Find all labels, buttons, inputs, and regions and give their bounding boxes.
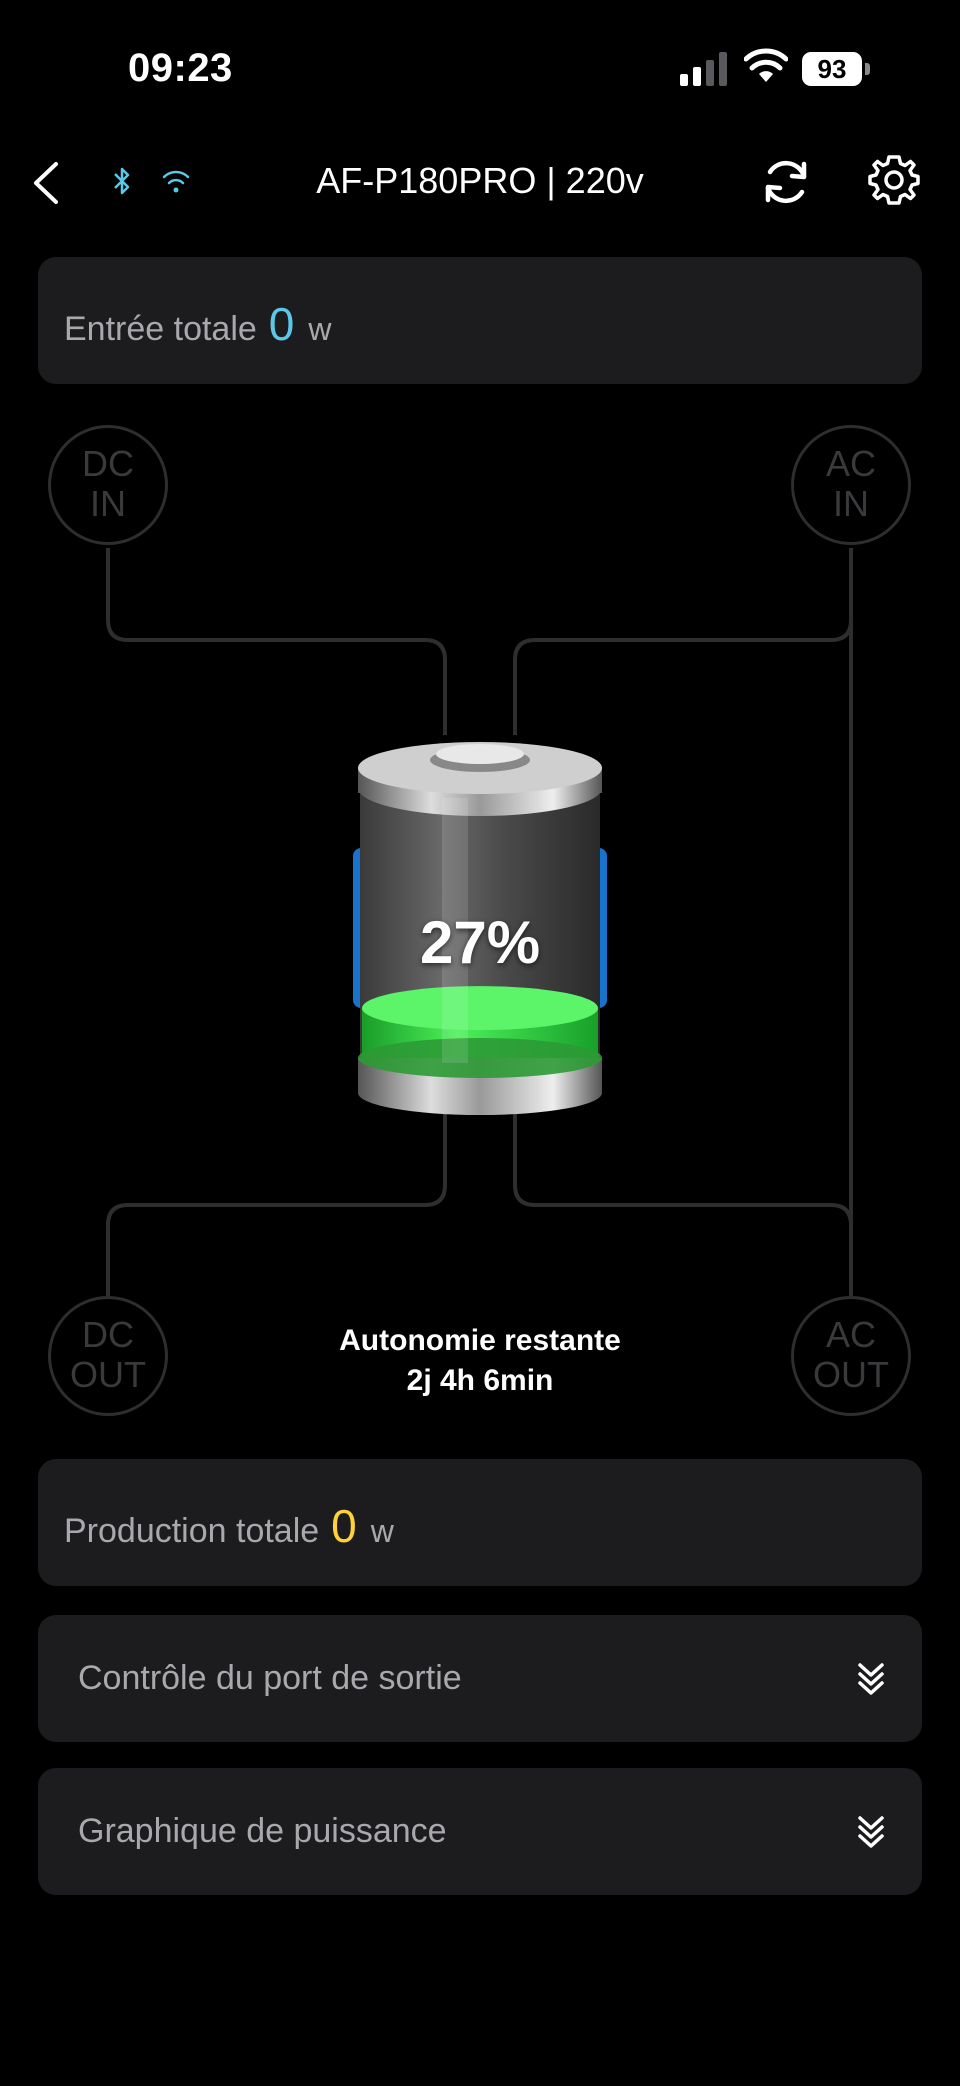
total-output-card: Production totale 0 w bbox=[38, 1459, 922, 1586]
double-chevron-down-icon bbox=[858, 1663, 884, 1695]
double-chevron-down-icon bbox=[858, 1816, 884, 1848]
port-ac-in: AC IN bbox=[791, 425, 911, 545]
autonomy-label: Autonomie restante bbox=[339, 1324, 621, 1357]
total-output-label: Production totale bbox=[64, 1512, 320, 1550]
total-output-value: 0 bbox=[331, 1500, 357, 1552]
output-port-control-label: Contrôle du port de sortie bbox=[78, 1659, 462, 1697]
power-graph-label: Graphique de puissance bbox=[78, 1812, 447, 1850]
autonomy-value: 2j 4h 6min bbox=[406, 1364, 554, 1397]
battery-percentage: 27% bbox=[419, 909, 541, 976]
total-output-unit: w bbox=[370, 1513, 394, 1549]
port-dc-in: DC IN bbox=[48, 425, 168, 545]
power-graph-section[interactable]: Graphique de puissance bbox=[38, 1768, 922, 1895]
output-port-control-section[interactable]: Contrôle du port de sortie bbox=[38, 1615, 922, 1742]
